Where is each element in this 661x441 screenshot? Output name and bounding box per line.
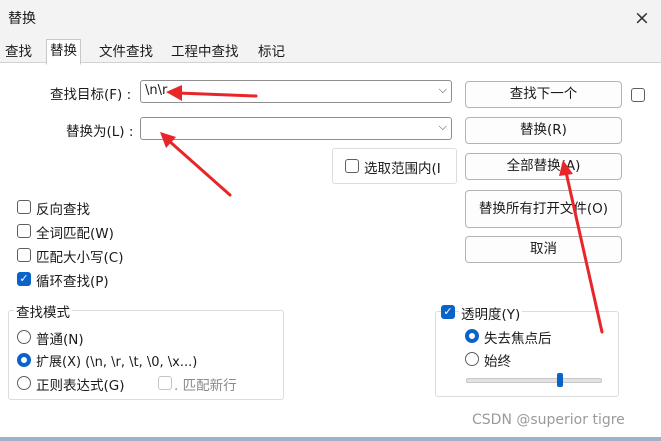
transparency-always-radio[interactable] — [465, 352, 479, 366]
wrap-around-checkbox[interactable]: ✓ — [17, 272, 31, 286]
transparency-on-lose-focus-radio[interactable] — [465, 329, 479, 343]
search-mode-title: 查找模式 — [14, 301, 72, 321]
backward-direction-checkbox[interactable] — [17, 200, 31, 214]
match-newline-label: . 匹配新行 — [174, 378, 237, 394]
tab-find-in-project[interactable]: 工程中查找 — [168, 42, 242, 62]
search-mode-extended-label: 扩展(X) (\n, \r, \t, \0, \x...) — [36, 355, 198, 370]
close-icon[interactable]: × — [632, 8, 652, 28]
match-whole-word-checkbox[interactable] — [17, 224, 31, 238]
match-case-checkbox[interactable] — [17, 248, 31, 262]
replace-button[interactable]: 替换(R) — [465, 117, 622, 144]
find-what-value: \n\r — [145, 83, 168, 98]
cancel-button[interactable]: 取消 — [465, 236, 622, 263]
replace-with-label: 替换为(L) : — [66, 124, 134, 140]
search-mode-regex-radio[interactable] — [17, 376, 31, 390]
find-what-combobox[interactable]: \n\r ⌵ — [140, 80, 452, 103]
tab-find-in-files[interactable]: 文件查找 — [96, 42, 156, 62]
replace-with-combobox[interactable]: ⌵ — [140, 117, 452, 140]
wrap-around-label: 循环查找(P) — [36, 274, 109, 290]
in-selection-label: 选取范围内(I — [364, 161, 441, 177]
search-mode-regex-label: 正则表达式(G) — [36, 378, 125, 394]
chevron-down-icon[interactable]: ⌵ — [439, 83, 447, 97]
transparency-always-label: 始终 — [484, 354, 511, 370]
replace-all-button[interactable]: 全部替换(A) — [465, 153, 622, 180]
bottom-strip — [0, 437, 661, 441]
backward-direction-label: 反向查找 — [36, 202, 90, 218]
find-next-option-checkbox[interactable] — [631, 88, 645, 102]
chevron-down-icon[interactable]: ⌵ — [439, 120, 447, 134]
match-whole-word-label: 全词匹配(W) — [36, 226, 114, 242]
transparency-group — [435, 311, 619, 397]
tab-replace[interactable]: 替换 — [46, 39, 81, 65]
replace-all-open-files-button[interactable]: 替换所有打开文件(O) — [465, 190, 622, 228]
find-next-button[interactable]: 查找下一个 — [465, 81, 622, 108]
transparency-slider-thumb[interactable] — [557, 373, 563, 387]
transparency-on-lose-focus-label: 失去焦点后 — [484, 331, 552, 347]
title-bar — [0, 0, 661, 38]
transparency-slider[interactable] — [466, 378, 602, 383]
search-mode-normal-radio[interactable] — [17, 330, 31, 344]
search-mode-extended-radio[interactable] — [17, 353, 31, 367]
transparency-checkbox[interactable]: ✓ — [441, 305, 455, 319]
in-selection-checkbox[interactable] — [345, 159, 359, 173]
search-mode-normal-label: 普通(N) — [36, 332, 84, 348]
tab-find[interactable]: 查找 — [2, 42, 35, 62]
find-what-label: 查找目标(F) : — [50, 87, 132, 103]
watermark: CSDN @superior tigre — [472, 412, 625, 428]
transparency-label: 透明度(Y) — [459, 303, 523, 323]
window-title: 替换 — [8, 11, 36, 27]
tab-mark[interactable]: 标记 — [255, 42, 288, 62]
match-case-label: 匹配大小写(C) — [36, 250, 124, 266]
match-newline-checkbox — [158, 376, 172, 390]
